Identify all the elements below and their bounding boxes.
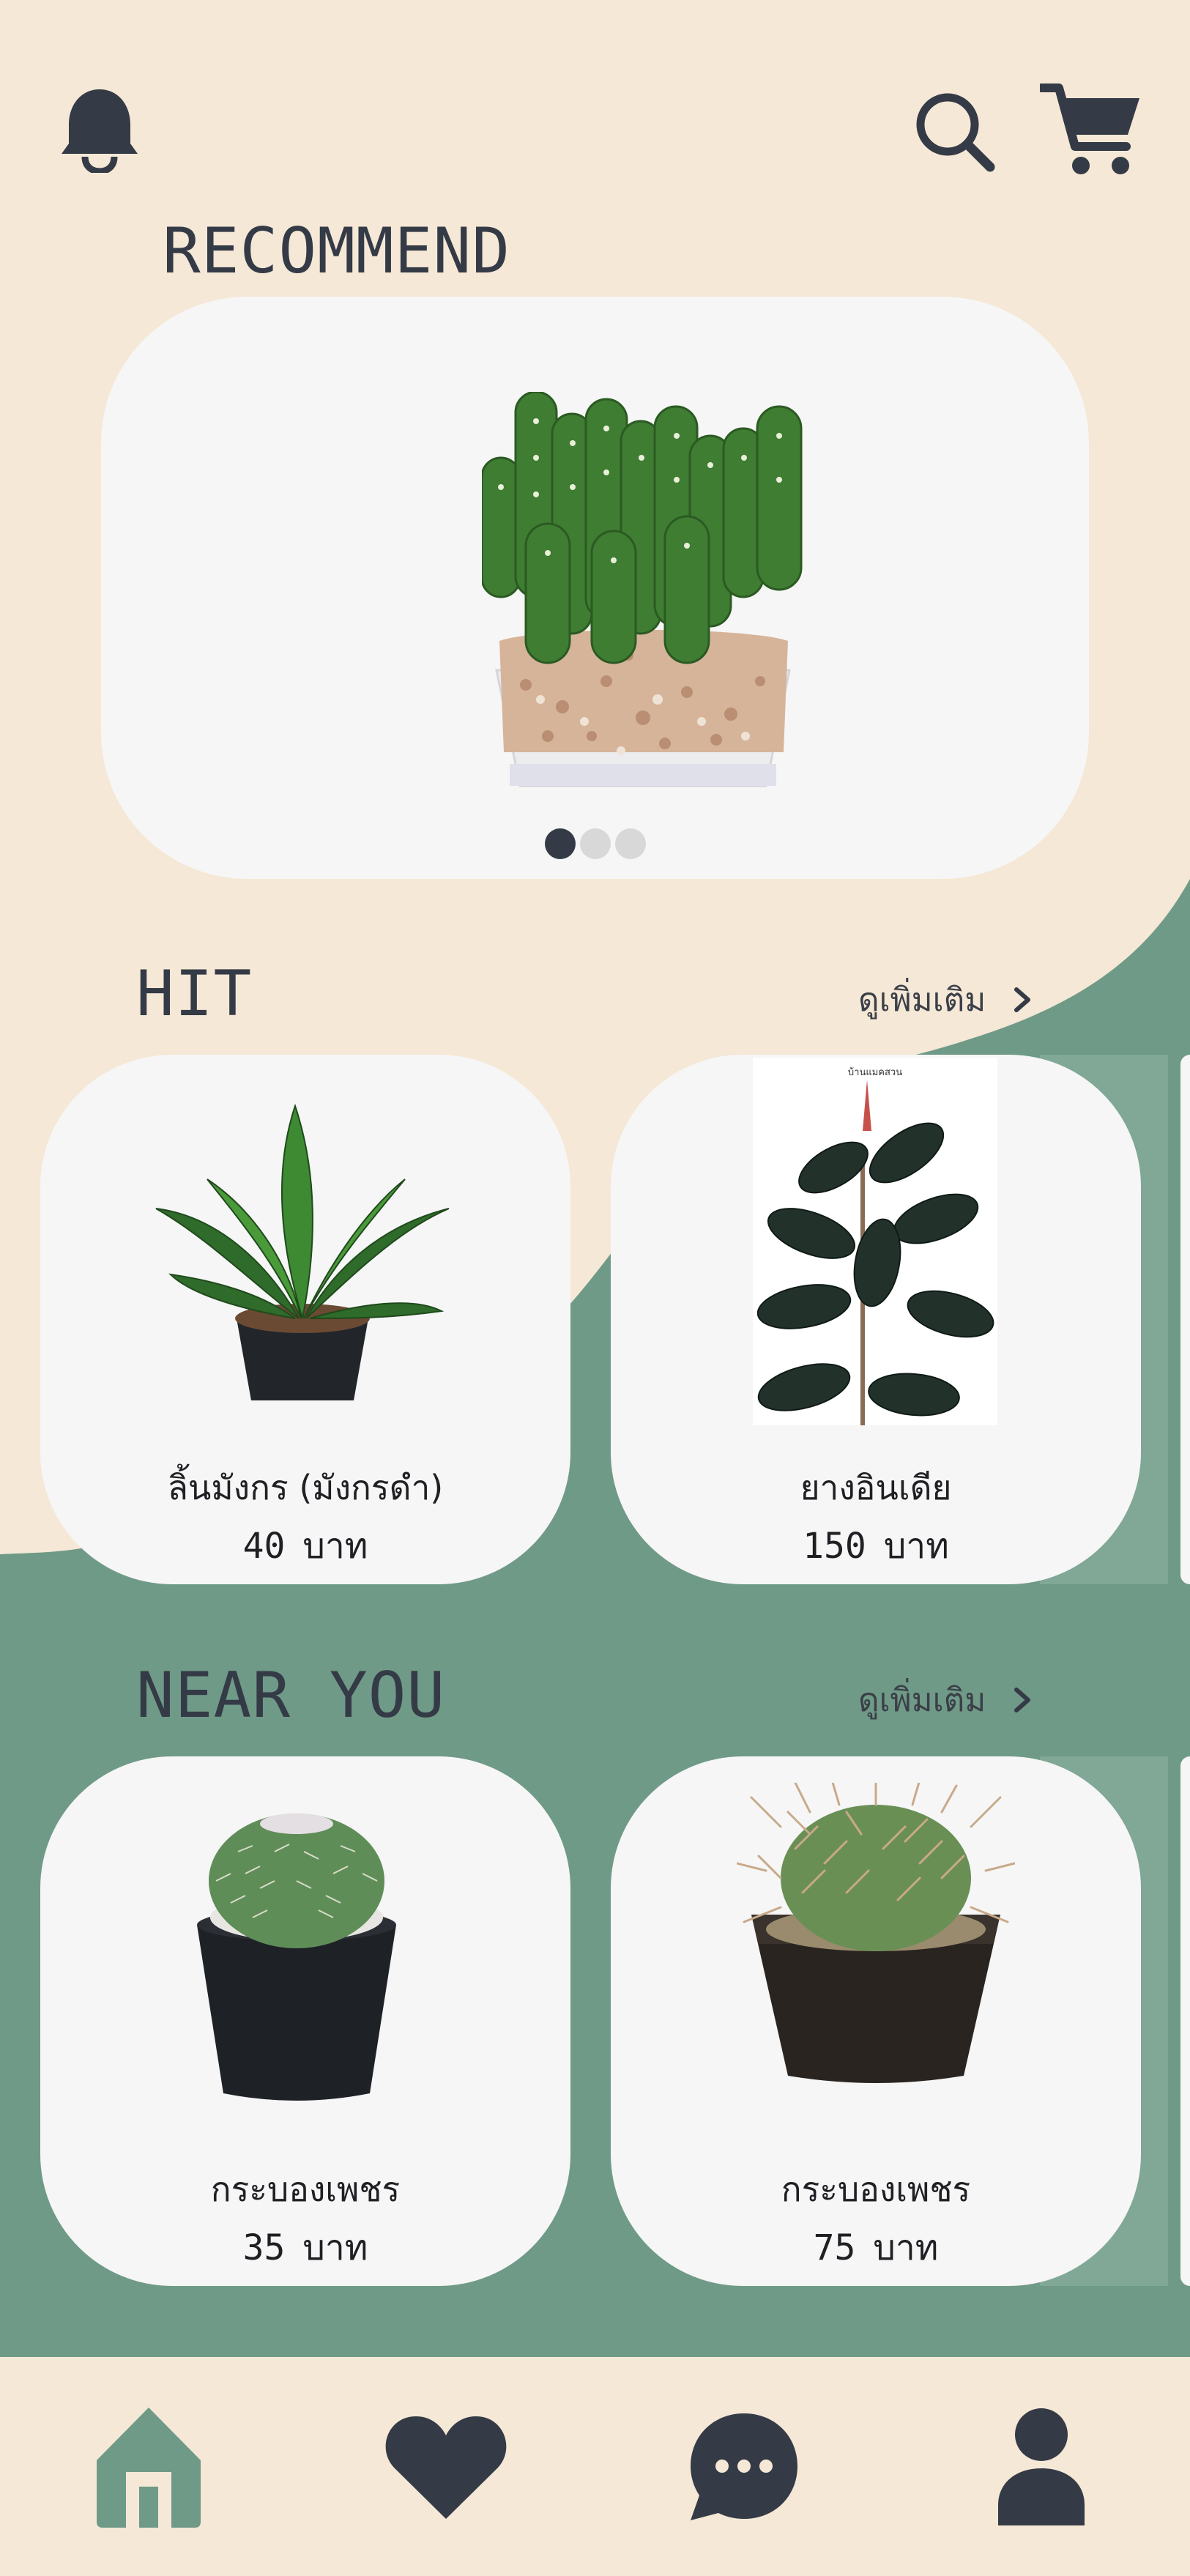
chevron-right-icon bbox=[1014, 987, 1031, 1012]
price-value: 35 bbox=[242, 2227, 286, 2268]
chat-icon bbox=[690, 2413, 797, 2520]
hit-title: HIT bbox=[136, 957, 253, 1031]
recommend-carousel[interactable] bbox=[101, 297, 1089, 879]
near-you-see-more-link[interactable]: ดูเพิ่มเติม bbox=[858, 1674, 1033, 1726]
hit-product-card-1[interactable]: ลิ้นมังกร (มังกรดำ) 40 บาท bbox=[40, 1055, 570, 1584]
nav-favorites[interactable] bbox=[297, 2357, 595, 2576]
cactus-plant-image bbox=[482, 392, 803, 787]
product-price: 40 บาท bbox=[40, 1518, 570, 1574]
bottom-navigation bbox=[0, 2357, 1190, 2576]
product-price: 35 บาท bbox=[40, 2220, 570, 2276]
hit-product-card-2[interactable]: บ้านแมคสวน ยางอินเดีย 150 บาท bbox=[611, 1055, 1141, 1584]
near-you-product-card-peek[interactable] bbox=[1180, 1756, 1190, 2286]
price-unit: บาท bbox=[302, 1526, 368, 1567]
heart-icon bbox=[386, 2416, 507, 2519]
hit-see-more-link[interactable]: ดูเพิ่มเติม bbox=[858, 974, 1033, 1025]
nav-profile[interactable] bbox=[893, 2357, 1190, 2576]
price-value: 40 bbox=[242, 1526, 286, 1567]
carousel-dot-2[interactable] bbox=[579, 828, 611, 859]
price-unit: บาท bbox=[883, 1526, 949, 1567]
price-unit: บาท bbox=[302, 2227, 368, 2268]
snake-plant-image bbox=[155, 1103, 450, 1400]
carousel-dot-1[interactable] bbox=[544, 828, 576, 859]
home-icon bbox=[97, 2407, 201, 2528]
product-name: กระบองเพชร bbox=[210, 2169, 401, 2209]
rubber-plant-image: บ้านแมคสวน bbox=[753, 1058, 997, 1425]
photo-caption: บ้านแมคสวน bbox=[848, 1067, 902, 1078]
near-you-see-more-label: ดูเพิ่มเติม bbox=[858, 1682, 986, 1719]
profile-icon bbox=[997, 2408, 1085, 2525]
nav-chat[interactable] bbox=[595, 2357, 893, 2576]
price-unit: บาท bbox=[873, 2227, 939, 2268]
spiny-cactus-image bbox=[737, 1783, 1015, 2083]
product-name: ลิ้นมังกร (มังกรดำ) bbox=[167, 1468, 444, 1507]
carousel-indicator[interactable] bbox=[101, 828, 1089, 859]
price-value: 150 bbox=[803, 1526, 866, 1567]
near-you-product-card-2[interactable]: กระบองเพชร 75 บาท bbox=[611, 1756, 1141, 2286]
price-value: 75 bbox=[813, 2227, 856, 2268]
product-price: 150 บาท bbox=[611, 1518, 1141, 1574]
nav-home[interactable] bbox=[0, 2357, 297, 2576]
chevron-right-icon bbox=[1014, 1688, 1031, 1712]
product-name: ยางอินเดีย bbox=[800, 1468, 952, 1507]
barrel-cactus-image bbox=[197, 1814, 396, 2101]
bell-icon[interactable] bbox=[59, 86, 141, 173]
carousel-dot-3[interactable] bbox=[614, 828, 646, 859]
near-you-title: NEAR YOU bbox=[136, 1659, 446, 1732]
recommend-title: RECOMMEND bbox=[163, 215, 510, 288]
product-price: 75 บาท bbox=[611, 2220, 1141, 2276]
near-you-product-card-1[interactable]: กระบองเพชร 35 บาท bbox=[40, 1756, 570, 2286]
hit-see-more-label: ดูเพิ่มเติม bbox=[858, 981, 986, 1019]
hit-product-card-peek[interactable] bbox=[1180, 1055, 1190, 1584]
cart-icon[interactable] bbox=[1040, 82, 1141, 176]
search-icon[interactable] bbox=[914, 91, 996, 173]
product-name: กระบองเพชร bbox=[781, 2169, 971, 2209]
